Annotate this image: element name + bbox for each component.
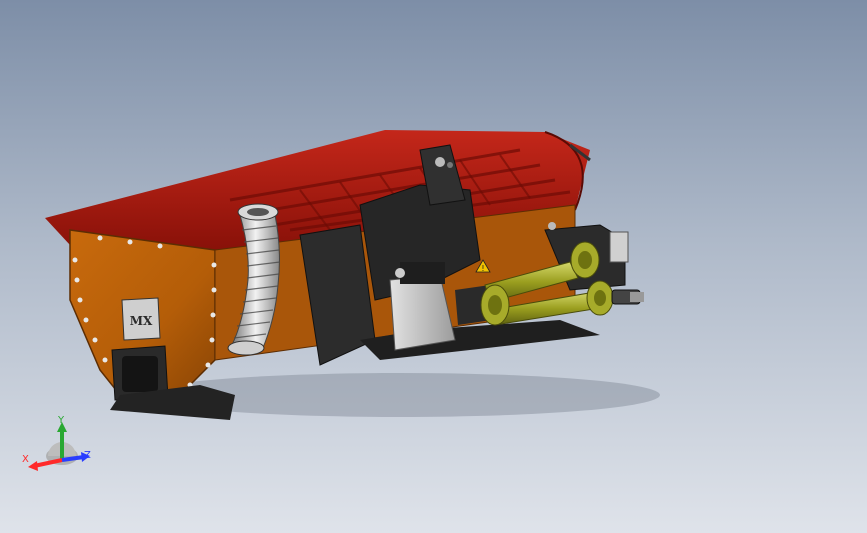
view-orientation-triad[interactable]: X Y Z bbox=[18, 408, 98, 480]
cad-viewport[interactable]: MX ! X Y Z bbox=[0, 0, 867, 533]
mulcher-3d-model[interactable]: MX ! bbox=[0, 0, 867, 533]
svg-text:!: ! bbox=[481, 264, 484, 273]
y-axis-label: Y bbox=[58, 415, 65, 426]
logo-text: MX bbox=[130, 314, 153, 328]
x-axis-label: X bbox=[22, 454, 29, 465]
shaft-spline bbox=[611, 289, 644, 305]
z-axis-label: Z bbox=[84, 450, 91, 461]
logo-plate: MX bbox=[121, 297, 161, 341]
